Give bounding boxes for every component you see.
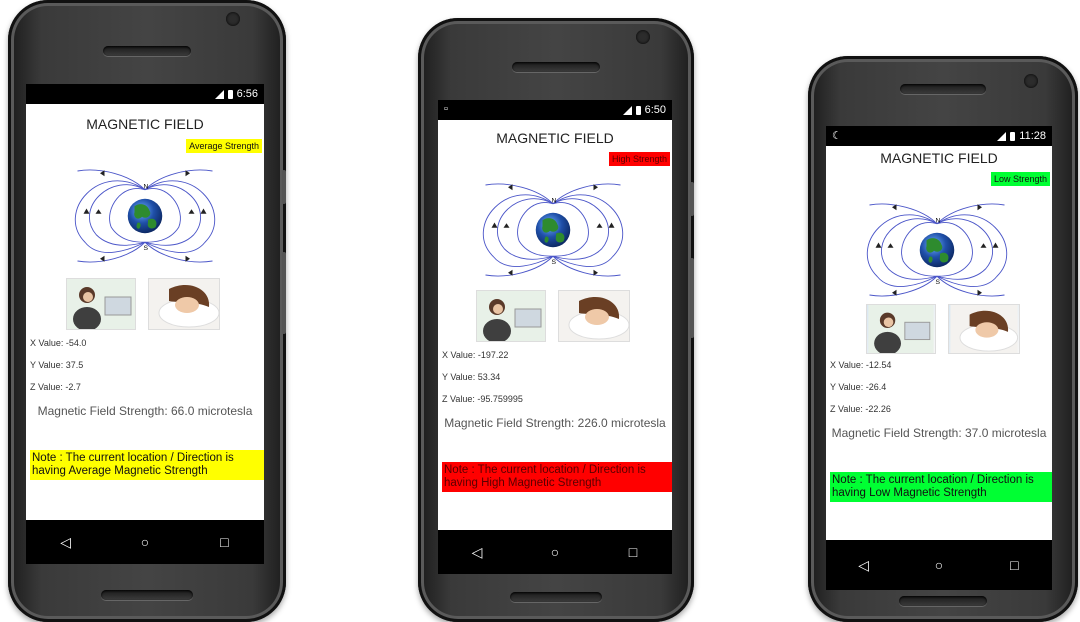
earpiece-speaker [512,62,600,72]
back-triangle-icon[interactable]: ◁ [849,557,879,574]
signal-icon [997,131,1007,141]
x-value-label: X Value: -54.0 [30,338,87,348]
magnetic-field-image: N S [866,203,1008,297]
magnetic-field-image: N S [74,169,216,263]
power-button[interactable] [690,182,694,216]
z-value-label: Z Value: -95.759995 [442,394,523,404]
strength-note: Note : The current location / Direction … [30,450,264,480]
phone-device-1: 6:56 MAGNETIC FIELD Average Strength N S [8,0,286,622]
status-time: 6:56 [236,88,258,100]
home-circle-icon[interactable]: ○ [540,544,570,560]
page-title: MAGNETIC FIELD [880,150,998,166]
signal-icon [622,105,632,115]
signal-icon [214,89,224,99]
power-button[interactable] [282,170,286,204]
recents-square-icon[interactable]: □ [999,557,1029,573]
woman-at-laptop-image [66,278,136,330]
north-pole-label: N [144,183,149,190]
page-title: MAGNETIC FIELD [496,130,614,146]
navigation-bar: ◁ ○ □ [826,540,1052,590]
phone-device-3: ☾ 11:28 MAGNETIC FIELD Low Strength N S [808,56,1078,622]
back-triangle-icon[interactable]: ◁ [462,544,492,561]
status-bar: ▫ 6:50 [438,100,672,120]
status-left-icon: ▫ [444,103,448,115]
status-bar: 6:56 [26,84,264,104]
y-value-label: Y Value: 53.34 [442,372,501,382]
strength-badge: High Strength [608,152,670,166]
bottom-speaker [101,590,193,600]
magnetic-field-image: N S [482,183,624,277]
front-camera [1024,74,1038,88]
north-pole-label: N [552,197,557,204]
status-time: 6:50 [644,104,666,116]
y-value-label: Y Value: -26.4 [830,382,887,392]
front-camera [636,30,650,44]
screen: ▫ 6:50 MAGNETIC FIELD High Strength N S [438,100,672,574]
recents-square-icon[interactable]: □ [618,544,648,560]
battery-icon [227,89,233,99]
z-value-label: Z Value: -22.26 [830,404,891,414]
screen: ☾ 11:28 MAGNETIC FIELD Low Strength N S [826,126,1052,590]
x-value-label: X Value: -12.54 [830,360,892,370]
home-circle-icon[interactable]: ○ [924,557,954,573]
sleeping-woman-image [558,290,630,342]
z-value-label: Z Value: -2.7 [30,382,81,392]
earpiece-speaker [103,46,191,56]
front-camera [226,12,240,26]
field-strength-text: Magnetic Field Strength: 66.0 microtesla [37,404,253,418]
status-left-icon: ☾ [832,130,842,142]
volume-button[interactable] [690,258,694,338]
strength-badge: Average Strength [186,139,262,153]
sleeping-woman-image [948,304,1020,354]
screen: 6:56 MAGNETIC FIELD Average Strength N S [26,84,264,564]
strength-badge: Low Strength [990,172,1050,186]
phone-device-2: ▫ 6:50 MAGNETIC FIELD High Strength N S [418,18,694,622]
status-time: 11:28 [1019,130,1046,142]
earpiece-speaker [900,84,986,94]
strength-note: Note : The current location / Direction … [442,462,672,492]
volume-button[interactable] [282,252,286,334]
north-pole-label: N [936,217,941,224]
south-pole-label: S [552,259,557,266]
status-bar: ☾ 11:28 [826,126,1052,146]
bottom-speaker [899,596,987,606]
page-title: MAGNETIC FIELD [86,116,204,132]
back-triangle-icon[interactable]: ◁ [51,534,81,551]
recents-square-icon[interactable]: □ [209,534,239,550]
strength-note: Note : The current location / Direction … [830,472,1052,502]
south-pole-label: S [936,279,941,286]
x-value-label: X Value: -197.22 [442,350,509,360]
south-pole-label: S [144,245,149,252]
bottom-speaker [510,592,602,602]
home-circle-icon[interactable]: ○ [130,534,160,550]
woman-at-laptop-image [866,304,936,354]
navigation-bar: ◁ ○ □ [26,520,264,564]
sleeping-woman-image [148,278,220,330]
woman-at-laptop-image [476,290,546,342]
field-strength-text: Magnetic Field Strength: 226.0 microtesl… [444,416,666,430]
y-value-label: Y Value: 37.5 [30,360,84,370]
battery-icon [635,105,641,115]
field-strength-text: Magnetic Field Strength: 37.0 microtesla [831,426,1047,440]
navigation-bar: ◁ ○ □ [438,530,672,574]
battery-icon [1010,131,1016,141]
